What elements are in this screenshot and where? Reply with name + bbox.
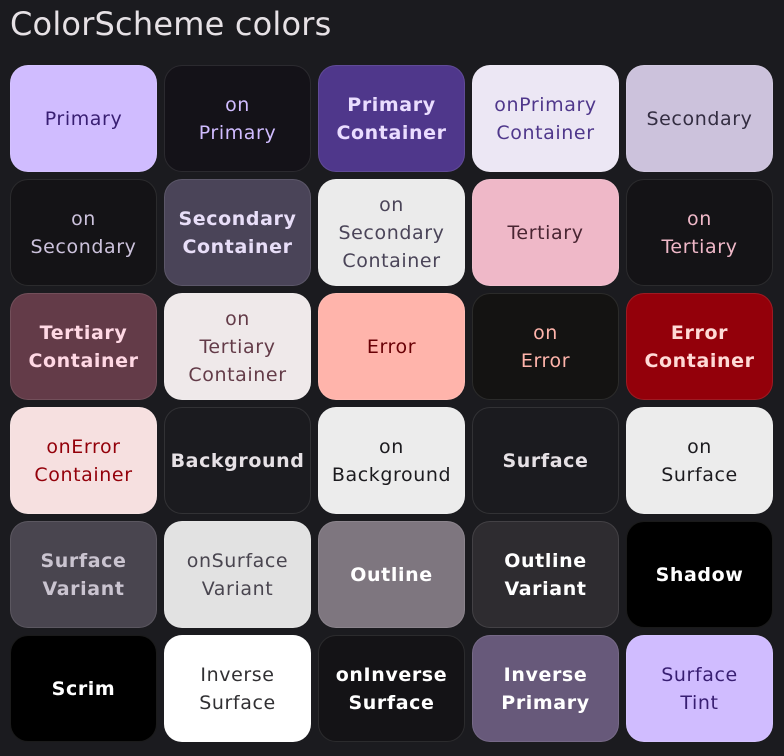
color-swatch-tile: Primary Container (318, 65, 465, 172)
swatch-label: Scrim (51, 677, 116, 700)
color-swatch-tile: Secondary Container (164, 179, 311, 286)
color-swatch-tile: Background (164, 407, 311, 514)
color-swatch-tile: onError Container (10, 407, 157, 514)
color-swatch-tile: on Primary (164, 65, 311, 172)
color-swatch-tile: on Tertiary (626, 179, 773, 286)
color-swatch-tile: Inverse Primary (472, 635, 619, 742)
swatch-label: on Secondary Container (338, 193, 445, 272)
swatch-label: onError Container (34, 435, 133, 486)
swatch-label: Error (366, 335, 417, 358)
swatch-label: Secondary Container (178, 207, 297, 258)
color-swatch-tile: Surface Tint (626, 635, 773, 742)
color-swatch-tile: onSurface Variant (164, 521, 311, 628)
swatch-label: Error Container (644, 321, 755, 372)
swatch-label: Primary (44, 107, 123, 130)
swatch-label: on Error (520, 321, 571, 372)
color-swatch-tile: Inverse Surface (164, 635, 311, 742)
color-swatch-tile: Outline Variant (472, 521, 619, 628)
swatch-label: Background (170, 449, 305, 472)
swatch-label: Surface (502, 449, 589, 472)
color-swatch-tile: Outline (318, 521, 465, 628)
color-swatch-tile: onPrimary Container (472, 65, 619, 172)
swatch-label: on Surface (661, 435, 738, 486)
color-swatch-tile: Error Container (626, 293, 773, 400)
color-swatch-tile: on Surface (626, 407, 773, 514)
color-swatch-tile: Surface (472, 407, 619, 514)
color-swatch-tile: on Secondary (10, 179, 157, 286)
swatch-label: Tertiary Container (28, 321, 139, 372)
color-swatch-tile: Error (318, 293, 465, 400)
swatch-label: Surface Tint (661, 663, 738, 714)
swatch-label: onSurface Variant (186, 549, 289, 600)
swatch-label: Shadow (655, 563, 744, 586)
color-swatch-tile: on Tertiary Container (164, 293, 311, 400)
swatch-label: on Primary (198, 93, 277, 144)
swatch-label: Inverse Surface (199, 663, 276, 714)
swatch-label: Primary Container (336, 93, 447, 144)
swatch-label: Outline (350, 563, 433, 586)
color-swatch-tile: on Background (318, 407, 465, 514)
color-swatch-tile: Primary (10, 65, 157, 172)
color-swatch-tile: on Error (472, 293, 619, 400)
color-swatch-tile: Surface Variant (10, 521, 157, 628)
color-swatch-tile: Secondary (626, 65, 773, 172)
color-swatch-tile: on Secondary Container (318, 179, 465, 286)
swatch-label: onInverse Surface (335, 663, 448, 714)
swatch-label: on Tertiary Container (188, 307, 287, 386)
swatch-label: Secondary (646, 107, 753, 130)
color-swatch-tile: Tertiary (472, 179, 619, 286)
swatch-label: onPrimary Container (494, 93, 597, 144)
swatch-label: Surface Variant (40, 549, 127, 600)
swatch-label: Tertiary (507, 221, 584, 244)
color-swatch-tile: Shadow (626, 521, 773, 628)
swatch-label: Inverse Primary (501, 663, 590, 714)
swatch-label: Outline Variant (504, 549, 587, 600)
swatch-label: on Secondary (30, 207, 137, 258)
swatch-label: on Tertiary (661, 207, 738, 258)
color-swatch-tile: onInverse Surface (318, 635, 465, 742)
color-swatch-tile: Tertiary Container (10, 293, 157, 400)
page-title: ColorScheme colors (10, 5, 332, 43)
color-swatch-tile: Scrim (10, 635, 157, 742)
color-swatch-grid: Primary on Primary Primary Container onPrim… (10, 65, 773, 742)
swatch-label: on Background (331, 435, 452, 486)
